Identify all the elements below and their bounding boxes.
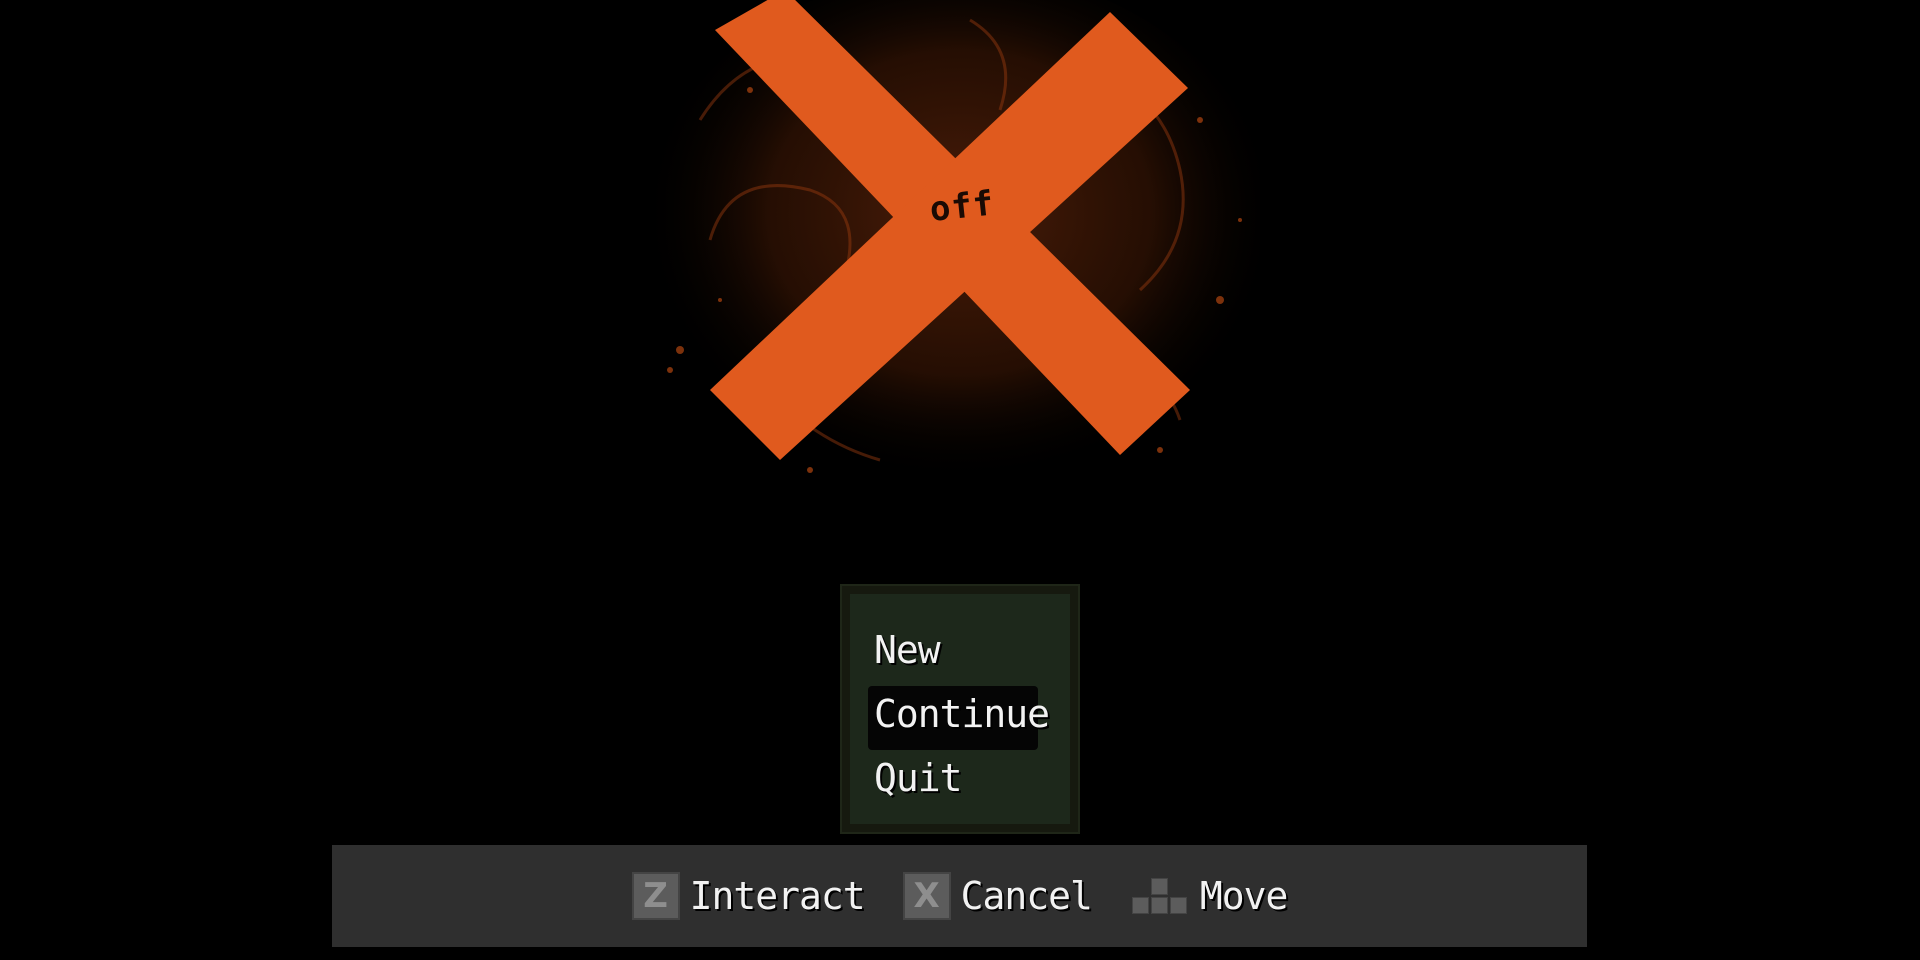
control-move-label: Move: [1199, 874, 1289, 918]
control-interact-label: Interact: [689, 874, 866, 918]
menu-item-continue[interactable]: Continue: [868, 686, 1050, 750]
control-cancel: X Cancel: [902, 872, 1093, 920]
x-key-icon: X: [902, 872, 951, 920]
logo-off-text: off: [927, 183, 997, 230]
z-key-icon: Z: [631, 872, 680, 920]
control-move: Move: [1130, 872, 1288, 920]
menu-item-quit[interactable]: Quit: [868, 750, 1038, 814]
arrow-keys-icon: [1130, 872, 1190, 920]
controls-hint-bar: Z Interact X Cancel Move: [332, 845, 1587, 947]
menu-item-label: Continue: [874, 692, 1050, 736]
menu-item-label: Quit: [874, 756, 963, 800]
game-logo: off: [640, 0, 1260, 520]
title-menu-panel: New Game Continue Quit: [850, 594, 1070, 824]
title-menu: New Game Continue Quit: [840, 584, 1080, 834]
control-interact: Z Interact: [631, 872, 866, 920]
logo-graphic: [640, 0, 1260, 510]
menu-item-new-game[interactable]: New Game: [868, 622, 1038, 736]
title-screen: off New Game Continue Quit Z Interact X …: [0, 0, 1920, 960]
control-cancel-label: Cancel: [960, 874, 1093, 918]
